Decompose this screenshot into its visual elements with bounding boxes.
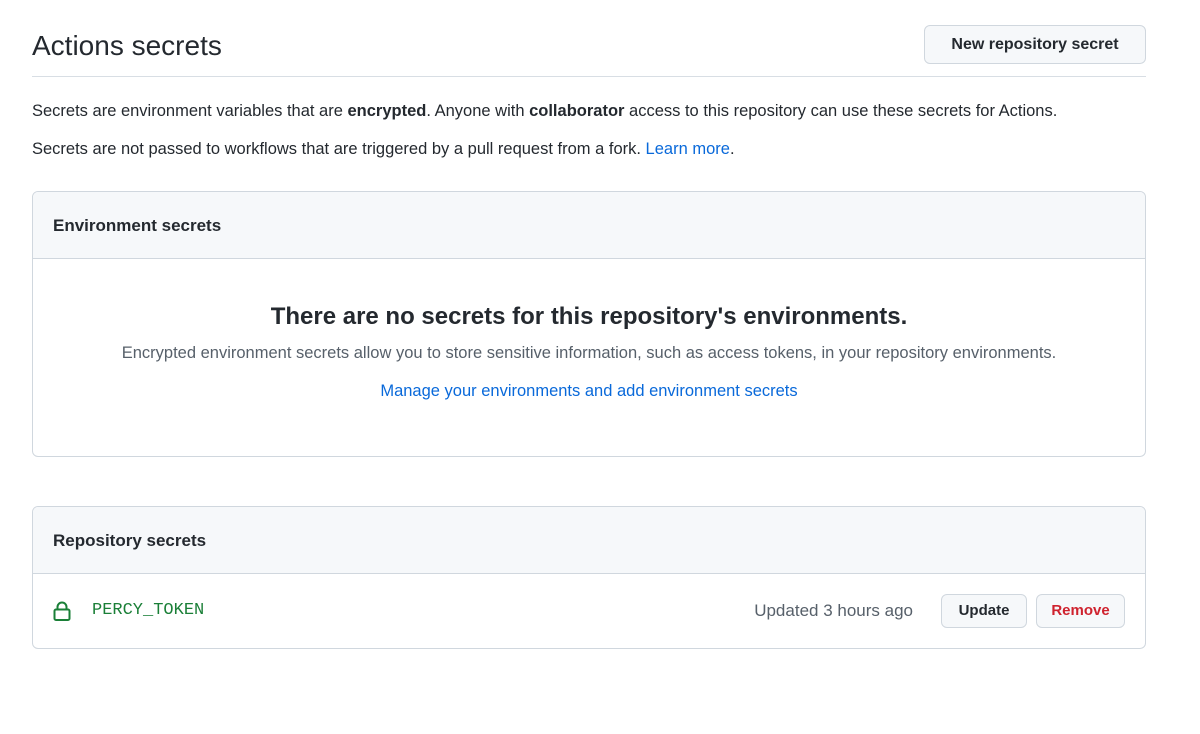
page-title: Actions secrets <box>32 30 222 61</box>
update-secret-button[interactable]: Update <box>941 594 1027 628</box>
empty-state-description: Encrypted environment secrets allow you … <box>121 344 1057 362</box>
fork-notice-period: . <box>729 140 735 158</box>
environment-secrets-box: Environment secrets There are no secrets… <box>32 191 1146 457</box>
empty-state-title: There are no secrets for this repository… <box>270 303 908 330</box>
page-header: Actions secrets New repository secret <box>32 24 1146 77</box>
manage-environments-link[interactable]: Manage your environments and add environ… <box>380 379 797 403</box>
lock-icon <box>53 601 71 621</box>
remove-secret-button[interactable]: Remove <box>1036 594 1125 628</box>
fork-notice: Secrets are not passed to workflows that… <box>32 137 735 161</box>
description-text: . Anyone with <box>426 102 530 120</box>
environment-secrets-empty-state: There are no secrets for this repository… <box>33 259 1145 403</box>
secrets-description: Secrets are environment variables that a… <box>32 99 1057 123</box>
description-emphasis-encrypted: encrypted <box>347 102 427 120</box>
secret-name: PERCY_TOKEN <box>92 601 205 620</box>
learn-more-link[interactable]: Learn more <box>646 140 730 158</box>
actions-secrets-page: Actions secrets New repository secret Se… <box>0 0 1200 734</box>
description-emphasis-collaborator: collaborator <box>529 102 625 120</box>
new-repository-secret-button[interactable]: New repository secret <box>924 25 1146 64</box>
description-text: access to this repository can use these … <box>624 102 1058 120</box>
secret-row: PERCY_TOKEN Updated 3 hours ago Update R… <box>33 574 1145 648</box>
environment-secrets-heading: Environment secrets <box>33 192 1145 259</box>
description-text: Secrets are environment variables that a… <box>32 102 348 120</box>
secret-updated-time: Updated 3 hours ago <box>754 601 913 620</box>
repository-secrets-heading: Repository secrets <box>33 507 1145 574</box>
repository-secrets-box: Repository secrets PERCY_TOKEN Updated 3… <box>32 506 1146 649</box>
fork-notice-text: Secrets are not passed to workflows that… <box>32 140 646 158</box>
